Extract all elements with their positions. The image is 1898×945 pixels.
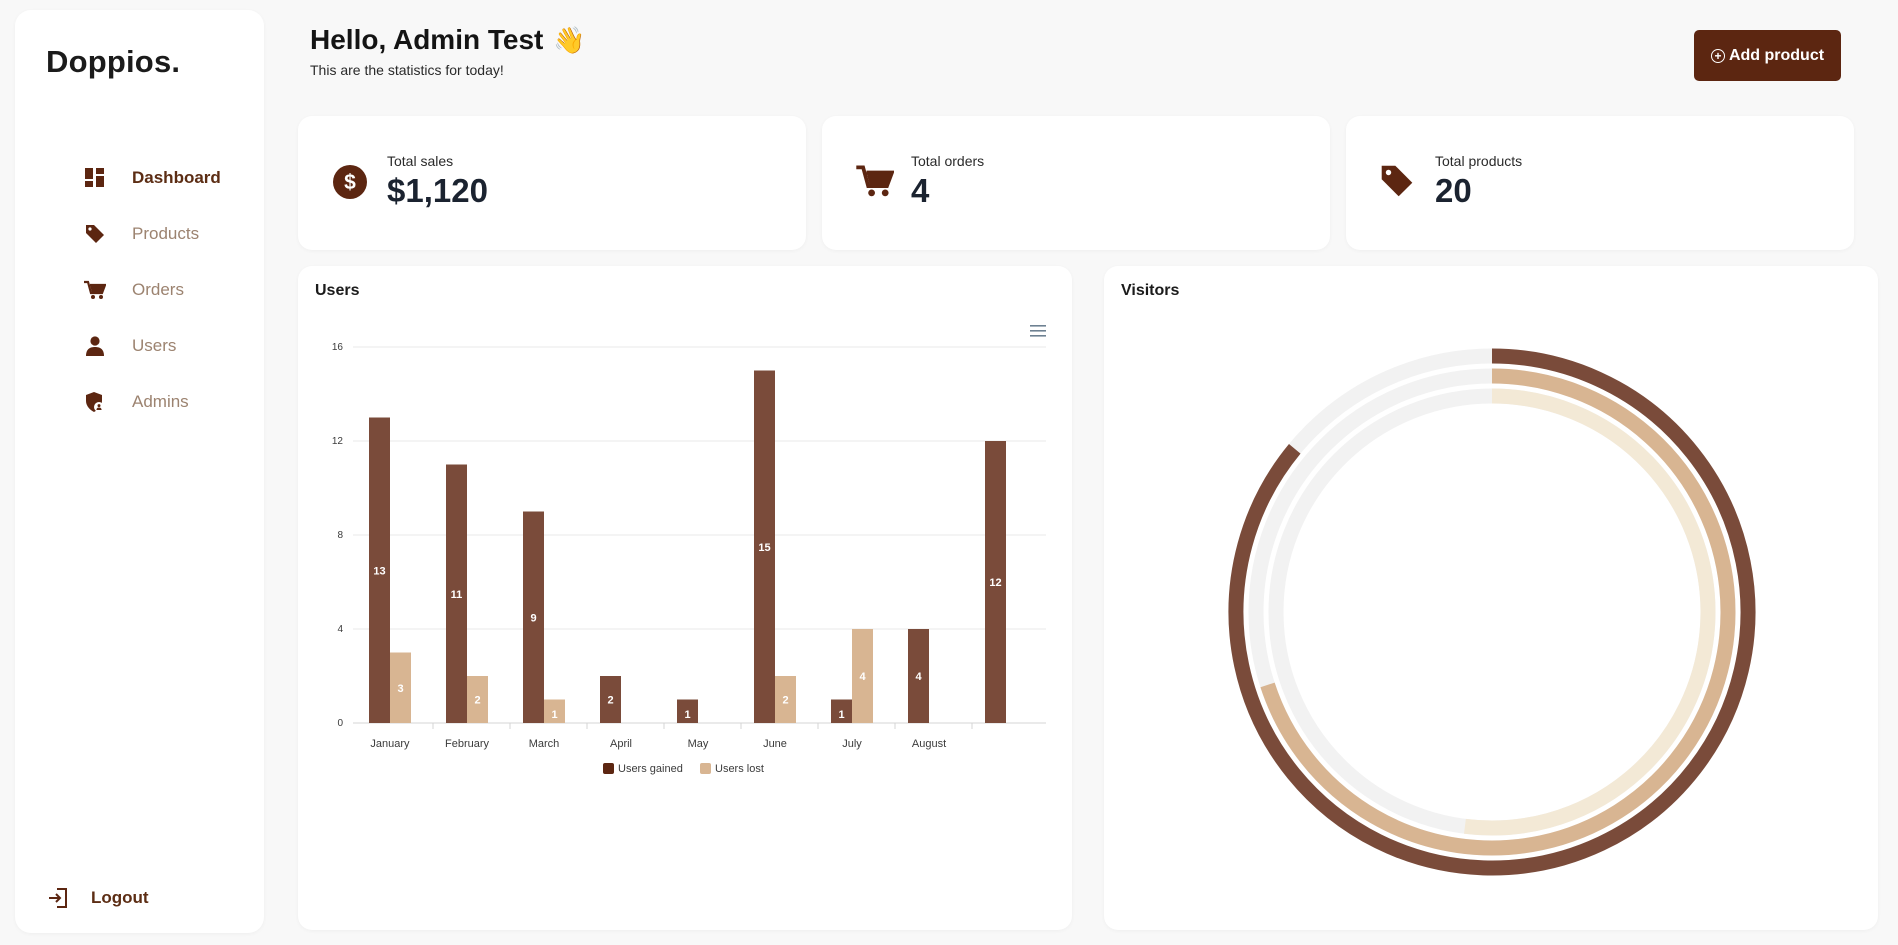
greeting: Hello, Admin Test 👋 This are the statisti… <box>310 24 586 78</box>
cart-icon <box>856 164 895 202</box>
x-tick-label: March <box>529 738 560 750</box>
logout-label: Logout <box>91 888 149 907</box>
bar-value-label: 12 <box>989 577 1001 589</box>
sidebar-item-users[interactable]: Users <box>83 318 221 374</box>
sidebar-item-label: Orders <box>132 280 184 299</box>
stat-value: $1,120 <box>387 172 488 209</box>
page-title: Hello, Admin Test 👋 <box>310 24 586 56</box>
x-tick-label: January <box>370 738 410 750</box>
visitors-panel: Visitors <box>1104 266 1878 930</box>
cart-icon <box>83 278 107 302</box>
sidebar-item-label: Users <box>132 336 177 355</box>
tag-icon <box>1380 164 1418 202</box>
y-tick-label: 12 <box>332 436 344 447</box>
y-tick-label: 16 <box>332 342 344 353</box>
x-tick-label: April <box>610 738 632 750</box>
visitors-radial-chart <box>1228 348 1756 876</box>
stat-label: Total orders <box>911 153 985 169</box>
users-panel: Users 0 4 8 12 16 13 3 January 11 2 February 9 1 Marc… <box>298 266 1072 930</box>
add-product-label: Add product <box>1728 46 1825 64</box>
bar-value-label: 1 <box>551 709 557 721</box>
x-tick-label: July <box>842 738 862 750</box>
bar-value-label: 4 <box>915 671 922 683</box>
sidebar-item-admins[interactable]: Admins <box>83 374 221 430</box>
bar-value-label: 3 <box>397 683 403 695</box>
legend-label: Users gained <box>618 763 683 775</box>
logout-button[interactable]: Logout <box>47 886 149 910</box>
stat-value: 20 <box>1435 172 1472 209</box>
radial-bar <box>1260 368 1736 856</box>
sidebar-nav: Dashboard Products Orders Users Admins <box>83 150 221 430</box>
sidebar-item-dashboard[interactable]: Dashboard <box>83 150 221 206</box>
brand-logo[interactable]: Doppios. <box>46 44 180 80</box>
bar-value-label: 15 <box>758 542 770 554</box>
plus-circle-icon: + <box>1710 48 1725 63</box>
x-tick-label: August <box>912 738 946 750</box>
sidebar-item-label: Admins <box>132 392 189 411</box>
sidebar-item-orders[interactable]: Orders <box>83 262 221 318</box>
x-tick-label: May <box>688 738 709 750</box>
legend-swatch <box>700 763 711 774</box>
sidebar-item-label: Dashboard <box>132 168 221 187</box>
tag-icon <box>83 222 107 246</box>
svg-text:$: $ <box>344 171 356 194</box>
y-tick-label: 8 <box>337 530 343 541</box>
x-tick-label: February <box>445 738 490 750</box>
users-bar-chart: 0481216133January112February91March2Apri… <box>332 342 1046 775</box>
bar-value-label: 1 <box>684 709 690 721</box>
stat-card-total-sales: $ Total sales $1,120 <box>298 116 806 250</box>
sidebar-item-products[interactable]: Products <box>83 206 221 262</box>
x-tick-label: June <box>763 738 787 750</box>
sidebar-item-label: Products <box>132 224 200 243</box>
bar-value-label: 1 <box>838 709 844 721</box>
bar-value-label: 2 <box>782 695 788 707</box>
y-tick-label: 4 <box>337 624 343 635</box>
stat-label: Total products <box>1435 153 1523 169</box>
stat-card-total-orders: Total orders 4 <box>822 116 1330 250</box>
wave-emoji: 👋 <box>553 24 586 55</box>
add-product-button[interactable]: + Add product <box>1694 30 1841 81</box>
shield-user-icon <box>83 390 107 414</box>
y-tick-label: 0 <box>337 718 343 729</box>
user-icon <box>83 334 107 358</box>
page-subtitle: This are the statistics for today! <box>310 62 504 78</box>
bar-value-label: 2 <box>607 695 613 707</box>
sidebar: Doppios. Dashboard Products Orders Users <box>15 10 264 933</box>
bar-value-label: 11 <box>451 589 463 601</box>
bar-value-label: 9 <box>530 612 536 624</box>
bar-value-label: 2 <box>474 695 480 707</box>
dollar-circle-icon: $ <box>332 164 370 202</box>
stat-label: Total sales <box>387 153 454 169</box>
legend-swatch <box>603 763 614 774</box>
bar-value-label: 4 <box>859 671 866 683</box>
stat-card-total-products: Total products 20 <box>1346 116 1854 250</box>
dashboard-icon <box>83 166 107 190</box>
page-title-text: Hello, Admin Test <box>310 24 544 55</box>
logout-icon <box>47 886 71 910</box>
stat-value: 4 <box>911 172 930 209</box>
bar-value-label: 13 <box>373 565 385 577</box>
legend-label: Users lost <box>715 763 764 775</box>
